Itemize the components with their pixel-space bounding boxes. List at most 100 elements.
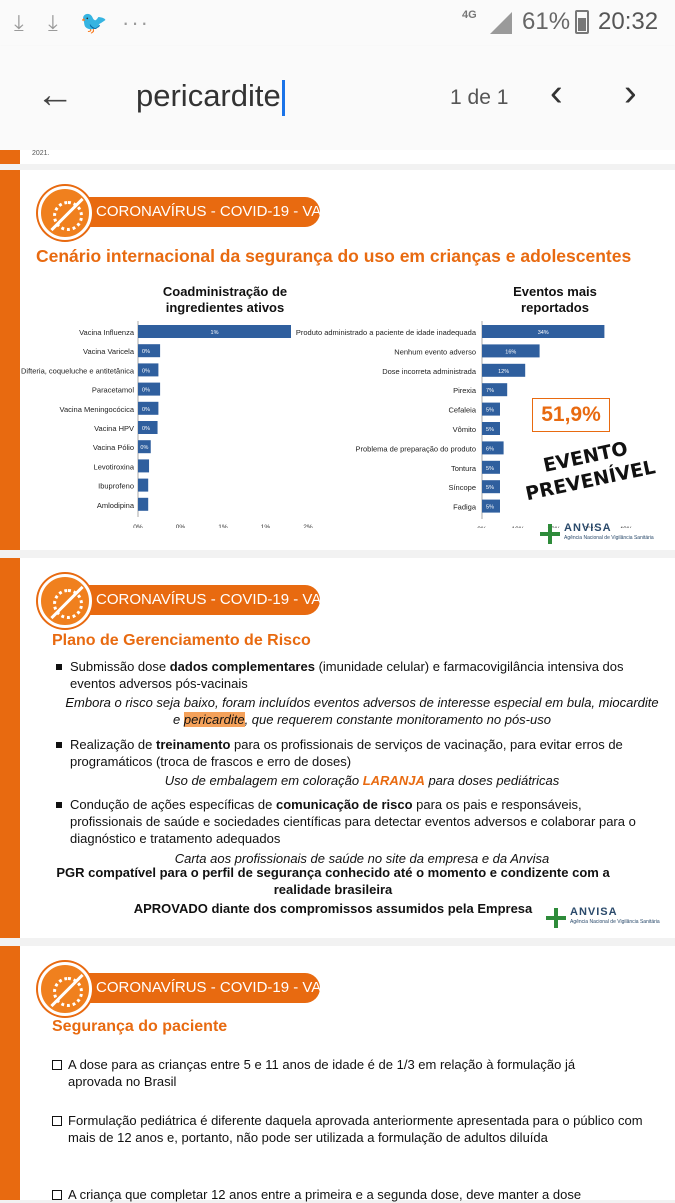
data-label: 5%: [486, 466, 494, 472]
safety-item-2: Formulação pediátrica é diferente daquel…: [68, 1113, 643, 1145]
data-label: 7%: [486, 388, 494, 394]
bar: [138, 459, 150, 473]
category-label: Fadiga: [453, 503, 477, 512]
left-chart-title: Coadministração de ingredientes ativos: [162, 284, 288, 315]
slide-header: CORONAVÍRUS - COVID-19 - VAC: [38, 574, 328, 628]
battery-icon: [575, 10, 589, 34]
find-in-page-bar: ← pericardite 1 de 1 ‹ ›: [0, 46, 675, 150]
tick-label: 0%: [176, 524, 186, 528]
category-label: Vacina HPV: [94, 424, 134, 433]
slide-international-scenario: CORONAVÍRUS - COVID-19 - VAC Cenário int…: [0, 170, 675, 550]
signal-icon: [490, 12, 512, 34]
highlight-percent: 51,9%: [532, 398, 610, 432]
slide-banner: CORONAVÍRUS - COVID-19 - VAC: [84, 197, 320, 227]
tick-label: 0%: [133, 524, 143, 528]
download-icon: ⤓: [48, 10, 58, 35]
data-label: 5%: [486, 427, 494, 433]
twitter-icon: 🐦: [80, 10, 108, 35]
category-label: Vômito: [453, 425, 476, 434]
category-label: Vacina Influenza: [79, 328, 135, 337]
data-label: 0%: [142, 407, 150, 413]
data-label: 1%: [211, 330, 219, 336]
safety-item-3: A criança que completar 12 anos entre a …: [68, 1187, 582, 1202]
anvisa-name: ANVISA: [570, 906, 618, 918]
slide-header: CORONAVÍRUS - COVID-19 - VAC: [38, 962, 328, 1016]
slide-title: Plano de Gerenciamento de Risco: [52, 632, 311, 649]
bullet-icon: [56, 802, 62, 808]
safety-item-1: A dose para as crianças entre 5 e 11 ano…: [68, 1057, 576, 1089]
data-label: 5%: [486, 505, 494, 511]
tick-label: 1%: [261, 524, 271, 528]
data-label: 0%: [142, 426, 150, 432]
anvisa-name: ANVISA: [564, 522, 612, 534]
category-label: Pirexia: [453, 386, 477, 395]
anvisa-subtitle: Agência Nacional de Vigilância Sanitária: [564, 535, 654, 541]
data-label: 0%: [140, 445, 148, 451]
bullet-3-text: Condução de ações específicas de comunic…: [70, 797, 636, 846]
status-bar: ⤓ ⤓ 🐦 ··· 4G 61% 20:32: [0, 0, 675, 46]
bullet-icon: [56, 664, 62, 670]
data-label: 12%: [498, 369, 509, 375]
data-label: 0%: [142, 349, 150, 355]
fragment-text: 2021.: [32, 150, 50, 157]
category-label: Síncope: [448, 483, 476, 492]
category-label: Nenhum evento adverso: [394, 347, 476, 356]
text-cursor: [281, 79, 285, 116]
bullet-1-note: Embora o risco seja baixo, foram incluíd…: [65, 695, 659, 727]
next-match-button[interactable]: ›: [624, 74, 637, 112]
data-label: 5%: [486, 485, 494, 491]
data-label: 34%: [538, 330, 549, 336]
data-label: 0%: [142, 388, 150, 394]
back-arrow-icon[interactable]: ←: [36, 76, 74, 114]
slide-accent-bar: [0, 558, 20, 938]
tick-label: 1%: [218, 524, 228, 528]
tick-label: 10%: [511, 526, 524, 528]
slide-risk-management: CORONAVÍRUS - COVID-19 - VAC Plano de Ge…: [0, 558, 675, 938]
more-icon: ···: [122, 10, 150, 35]
page-fragment: 2021.: [0, 150, 675, 164]
category-label: Dose incorreta administrada: [382, 367, 477, 376]
checkbox-icon: [52, 1190, 62, 1200]
bullet-icon: [56, 742, 62, 748]
data-label: 6%: [486, 446, 494, 452]
slide-accent-bar: [0, 150, 20, 164]
anvisa-subtitle: Agência Nacional de Vigilância Sanitária: [570, 919, 660, 925]
anvisa-logo: ANVISA Agência Nacional de Vigilância Sa…: [546, 906, 675, 930]
find-query-text: pericardite: [136, 78, 281, 113]
right-chart-title: Eventos mais reportados: [513, 284, 597, 315]
match-count: 1 de 1: [450, 86, 509, 109]
bullet-2-text: Realização de treinamento para os profis…: [70, 737, 623, 769]
category-label: Amlodipina: [97, 501, 135, 510]
checkbox-icon: [52, 1060, 62, 1070]
data-label: 0%: [142, 368, 150, 374]
category-label: Paracetamol: [92, 386, 134, 395]
anvisa-cross-icon: [546, 908, 566, 928]
slide-title: Cenário internacional da segurança do us…: [36, 246, 632, 266]
data-label: 5%: [486, 408, 494, 414]
search-highlight: pericardite: [183, 712, 245, 727]
slide-banner: CORONAVÍRUS - COVID-19 - VAC: [84, 973, 320, 1003]
slide-title: Segurança do paciente: [52, 1018, 228, 1035]
no-virus-icon: [38, 186, 92, 240]
network-type: 4G: [462, 9, 477, 21]
category-label: Produto administrado a paciente de idade…: [296, 328, 477, 337]
no-virus-icon: [38, 574, 92, 628]
category-label: Difteria, coqueluche e antitetânica: [21, 366, 135, 375]
anvisa-cross-icon: [540, 524, 560, 544]
battery-percent: 61%: [522, 8, 571, 35]
no-virus-icon: [38, 962, 92, 1016]
anvisa-logo: ANVISA Agência Nacional de Vigilância Sa…: [540, 522, 670, 546]
tick-label: 0%: [477, 526, 487, 528]
bar: [138, 478, 149, 492]
slide-banner: CORONAVÍRUS - COVID-19 - VAC: [84, 585, 320, 615]
bullet-1-text: Submissão dose dados complementares (imu…: [70, 659, 624, 691]
category-label: Problema de preparação do produto: [356, 444, 477, 453]
clock: 20:32: [598, 8, 659, 35]
category-label: Tontura: [451, 464, 477, 473]
category-label: Cefaleia: [448, 406, 476, 415]
conclusion-pgr: PGR compatível para o perfil de seguranç…: [56, 865, 610, 897]
download-icon: ⤓: [14, 10, 24, 35]
previous-match-button[interactable]: ‹: [550, 74, 563, 112]
slide-patient-safety: CORONAVÍRUS - COVID-19 - VAC Segurança d…: [0, 946, 675, 1202]
find-input[interactable]: pericardite: [136, 78, 285, 116]
